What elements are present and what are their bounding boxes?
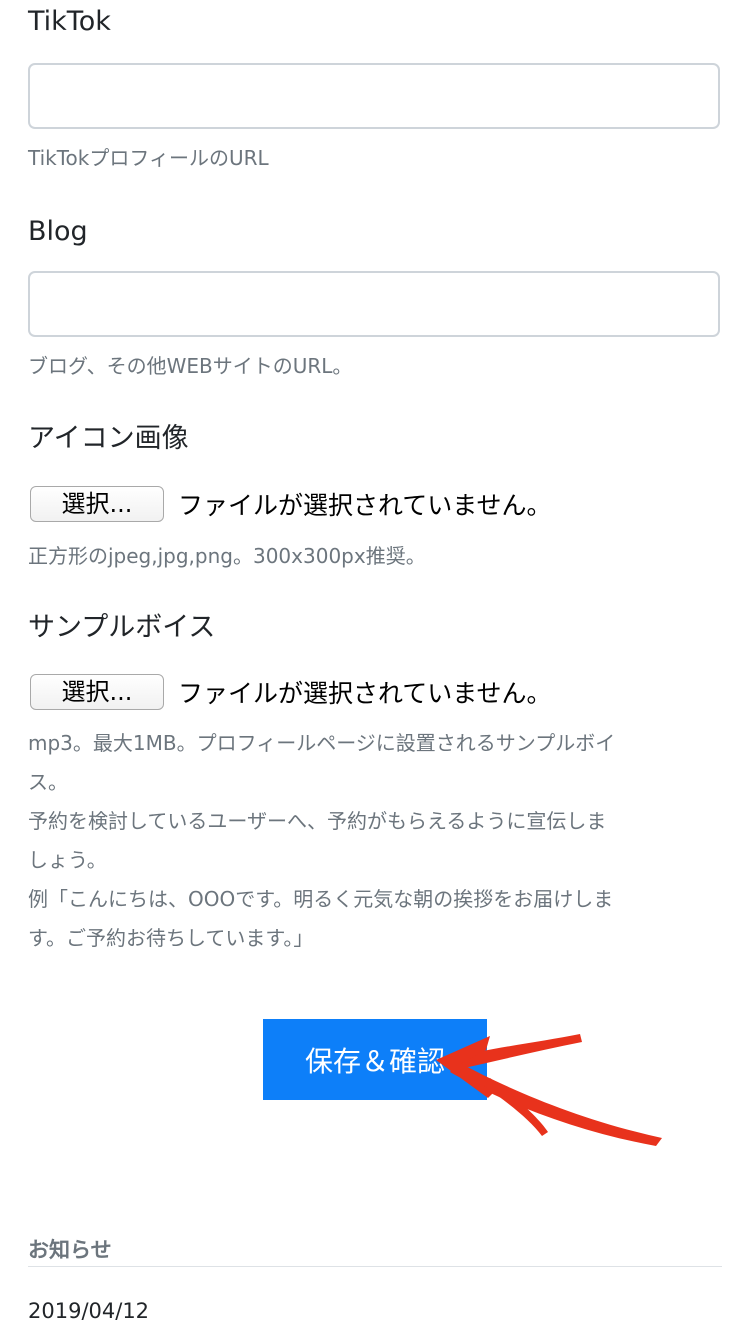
- notice-divider: [28, 1266, 722, 1267]
- icon-image-help-text: 正方形のjpeg,jpg,png。300x300px推奨。: [28, 544, 426, 568]
- sample-voice-help-text: mp3。最大1MB。プロフィールページに設置されるサンプルボイ ス。 予約を検討…: [28, 724, 718, 958]
- help-line: 予約を検討しているユーザーへ、予約がもらえるように宣伝しま: [28, 809, 607, 833]
- help-line: 例「こんにちは、OOOです。明るく元気な朝の挨拶をお届けしま: [28, 887, 614, 911]
- notice-date: 2019/04/12: [28, 1299, 150, 1323]
- save-and-confirm-button[interactable]: 保存＆確認: [263, 1019, 487, 1100]
- sample-voice-label: サンプルボイス: [28, 612, 216, 643]
- icon-image-file-picker: 選択... ファイルが選択されていません。: [28, 484, 552, 524]
- help-line: す。ご予約お待ちしています。」: [28, 926, 314, 950]
- icon-image-label: アイコン画像: [28, 423, 189, 454]
- tiktok-help-text: TikTokプロフィールのURL: [28, 146, 269, 170]
- help-line: mp3。最大1MB。プロフィールページに設置されるサンプルボイ: [28, 731, 616, 755]
- blog-label: Blog: [28, 216, 88, 247]
- tiktok-label: TikTok: [28, 6, 111, 37]
- sample-voice-file-status: ファイルが選択されていません。: [178, 679, 552, 708]
- icon-image-select-button[interactable]: 選択...: [30, 486, 164, 522]
- sample-voice-file-picker: 選択... ファイルが選択されていません。: [28, 672, 552, 712]
- sample-voice-select-button[interactable]: 選択...: [30, 674, 164, 710]
- profile-edit-page: TikTok TikTokプロフィールのURL Blog ブログ、その他WEBサ…: [0, 0, 750, 1334]
- help-line: しょう。: [28, 848, 107, 872]
- arrow-stroke-extra: [484, 1078, 548, 1136]
- notice-heading: お知らせ: [28, 1238, 112, 1262]
- blog-url-input[interactable]: [28, 271, 720, 337]
- tiktok-url-input[interactable]: [28, 63, 720, 129]
- help-line: ス。: [28, 770, 68, 794]
- blog-help-text: ブログ、その他WEBサイトのURL。: [28, 354, 353, 378]
- icon-image-file-status: ファイルが選択されていません。: [178, 491, 552, 520]
